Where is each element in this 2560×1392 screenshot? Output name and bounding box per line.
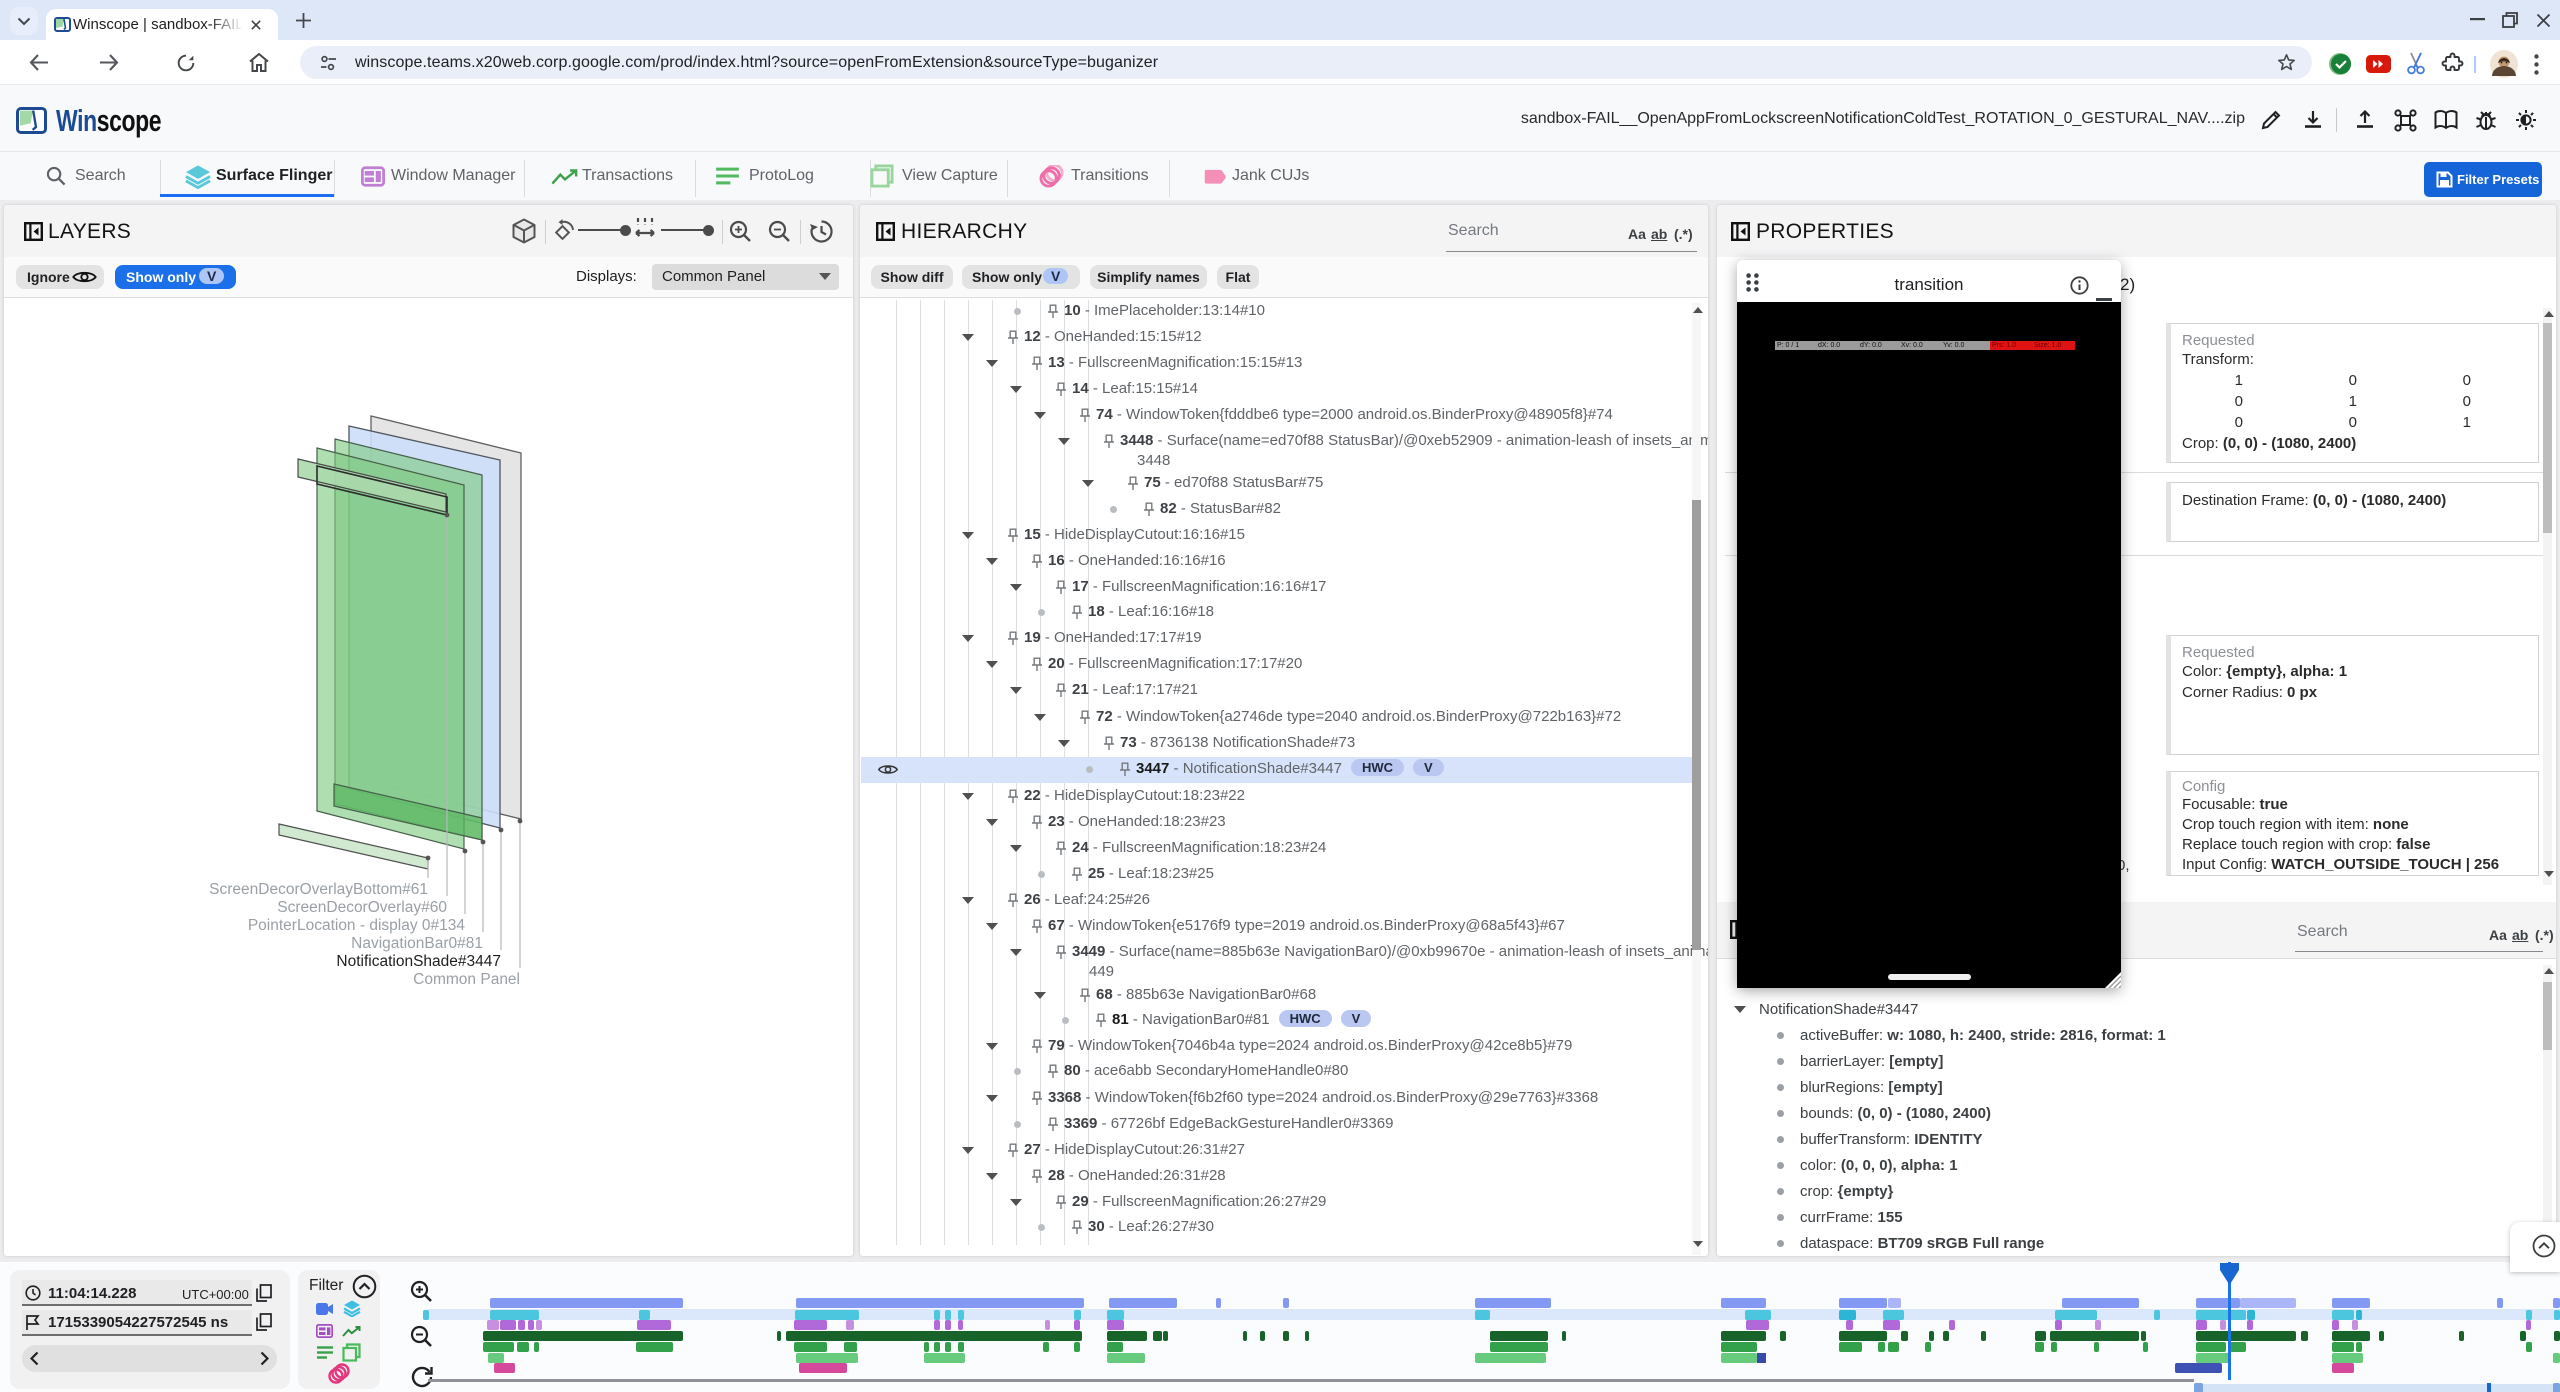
svg-text:PointerLocation - display 0#13: PointerLocation - display 0#134 [248,917,466,934]
svg-text:Common Panel: Common Panel [413,971,520,988]
svg-text:NavigationBar0#81: NavigationBar0#81 [351,935,483,952]
svg-text:ScreenDecorOverlayBottom#61: ScreenDecorOverlayBottom#61 [209,881,428,898]
svg-text:ScreenDecorOverlay#60: ScreenDecorOverlay#60 [277,899,447,916]
svg-text:NotificationShade#3447: NotificationShade#3447 [336,953,501,970]
